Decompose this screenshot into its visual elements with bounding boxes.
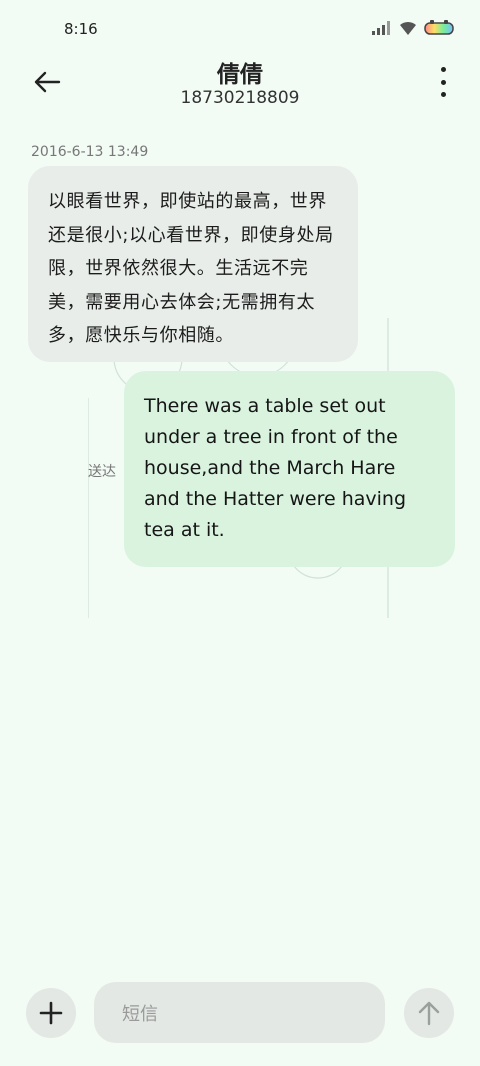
contact-name: 倩倩 — [217, 62, 263, 88]
arrow-left-icon — [34, 71, 61, 93]
status-bar: 8:16 — [0, 0, 480, 60]
battery-icon — [424, 20, 454, 35]
composer-bar: 短信 — [0, 980, 480, 1046]
status-time: 8:16 — [64, 20, 98, 38]
add-attachment-button[interactable] — [26, 988, 76, 1038]
send-button[interactable] — [404, 988, 454, 1038]
more-vertical-icon — [440, 67, 446, 72]
conversation-header: 倩倩 18730218809 — [0, 55, 480, 115]
status-icons — [372, 20, 456, 36]
plus-icon — [39, 1001, 63, 1025]
signal-icon — [372, 21, 390, 35]
arrow-up-icon — [418, 1001, 440, 1026]
more-menu-button[interactable] — [436, 67, 450, 97]
contact-phone: 18730218809 — [180, 88, 300, 108]
message-input[interactable]: 短信 — [94, 982, 385, 1043]
incoming-message-bubble[interactable]: 以眼看世界，即使站的最高，世界还是很小;以心看世界，即使身处局限，世界依然很大。… — [28, 166, 358, 362]
message-timestamp: 2016-6-13 13:49 — [31, 144, 149, 160]
delivery-status: 送达 — [88, 464, 116, 480]
wifi-icon — [400, 21, 416, 35]
back-button[interactable] — [30, 65, 64, 99]
outgoing-message-bubble[interactable]: There was a table set out under a tree i… — [124, 371, 455, 567]
